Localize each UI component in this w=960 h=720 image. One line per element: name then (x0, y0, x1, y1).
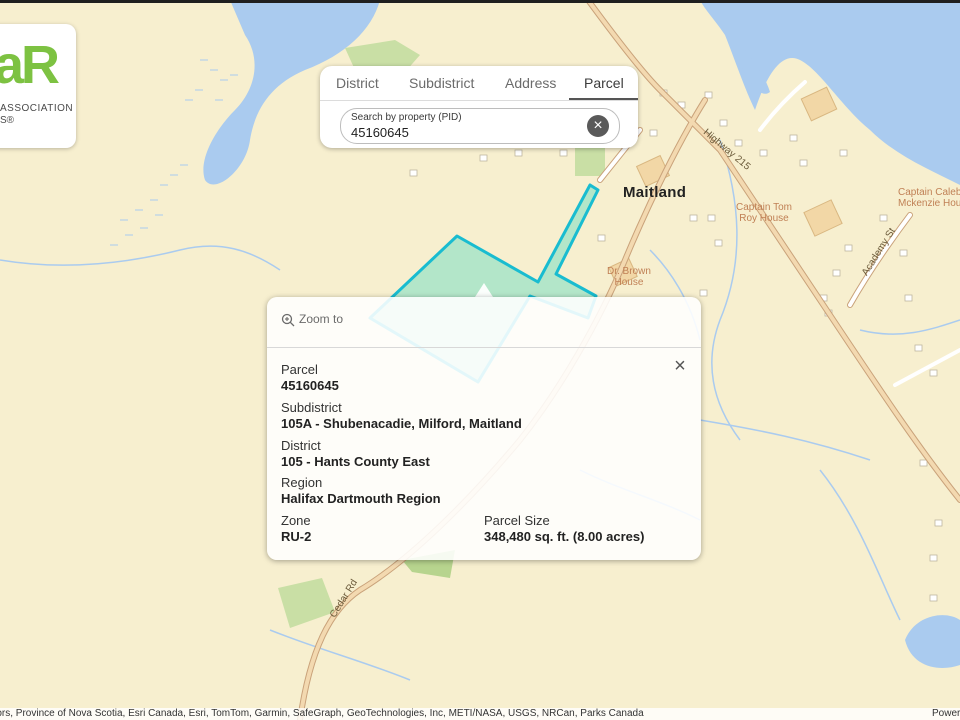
popup-pointer (475, 283, 493, 297)
poi-label-captain-tom-roy-house: Captain Tom Roy House (736, 202, 792, 224)
attribution-text: utors, Province of Nova Scotia, Esri Can… (0, 708, 644, 719)
field-label: Parcel (281, 362, 318, 377)
zoom-in-icon (281, 313, 295, 327)
tab-parcel[interactable]: Parcel (584, 75, 624, 91)
poi-label-dr-brown-house: Dr. Brown House (607, 266, 651, 288)
field-value: 45160645 (281, 378, 339, 393)
close-icon[interactable]: × (671, 356, 689, 376)
field-parcel-size: Parcel Size 348,480 sq. ft. (8.00 acres) (484, 513, 644, 545)
poi-line: Mckenzie House (898, 198, 960, 209)
field-parcel: Parcel 45160645 (281, 362, 339, 394)
poi-label-captain-caleb-mckenzie-house: Captain Caleb Mckenzie House (898, 187, 960, 209)
field-value: 348,480 sq. ft. (8.00 acres) (484, 529, 645, 544)
search-tabs: District Subdistrict Address Parcel (320, 66, 638, 101)
powered-by-link[interactable]: Power (932, 708, 960, 720)
search-widget: District Subdistrict Address Parcel Sear… (320, 66, 638, 148)
top-border (0, 0, 960, 3)
field-label: Subdistrict (281, 400, 342, 415)
brand-logo-subtitle-2: S® (0, 115, 15, 126)
active-tab-indicator (569, 98, 638, 100)
field-region: Region Halifax Dartmouth Region (281, 475, 441, 507)
brand-logo-card[interactable]: aR ASSOCIATION S® (0, 24, 76, 148)
brand-logo-subtitle: ASSOCIATION (0, 103, 74, 114)
pid-search-caption: Search by property (PID) (351, 112, 462, 123)
parcel-info-popup: Zoom to × Parcel 45160645 Subdistrict 10… (267, 297, 701, 560)
tab-district[interactable]: District (336, 75, 379, 91)
field-value: RU-2 (281, 529, 312, 544)
clear-search-icon[interactable]: × (587, 115, 609, 137)
park-small (575, 148, 605, 176)
brand-logo-text: aR (0, 35, 60, 95)
field-value: Halifax Dartmouth Region (281, 491, 441, 506)
poi-line: Captain Tom (736, 202, 792, 213)
field-value: 105 - Hants County East (281, 454, 430, 469)
town-label-maitland: Maitland (623, 184, 687, 201)
field-label: Region (281, 475, 323, 490)
poi-line: Dr. Brown (607, 266, 651, 277)
field-label: District (281, 438, 321, 453)
zoom-to-button[interactable]: Zoom to (281, 312, 343, 327)
tab-subdistrict[interactable]: Subdistrict (409, 75, 474, 91)
field-value: 105A - Shubenacadie, Milford, Maitland (281, 416, 522, 431)
poi-line: House (614, 277, 644, 288)
field-zone: Zone RU-2 (281, 513, 311, 545)
field-district: District 105 - Hants County East (281, 438, 430, 470)
tab-address[interactable]: Address (505, 75, 556, 91)
map-attribution: utors, Province of Nova Scotia, Esri Can… (0, 708, 960, 720)
pid-search-input[interactable] (351, 125, 551, 140)
zoom-to-label: Zoom to (299, 312, 344, 326)
field-label: Parcel Size (484, 513, 550, 528)
field-label: Zone (281, 513, 311, 528)
field-subdistrict: Subdistrict 105A - Shubenacadie, Milford… (281, 400, 522, 432)
pid-search-box[interactable]: Search by property (PID) × (340, 108, 620, 144)
popup-divider (267, 347, 701, 348)
poi-line: Captain Caleb (898, 187, 960, 198)
poi-line: Roy House (739, 213, 789, 224)
